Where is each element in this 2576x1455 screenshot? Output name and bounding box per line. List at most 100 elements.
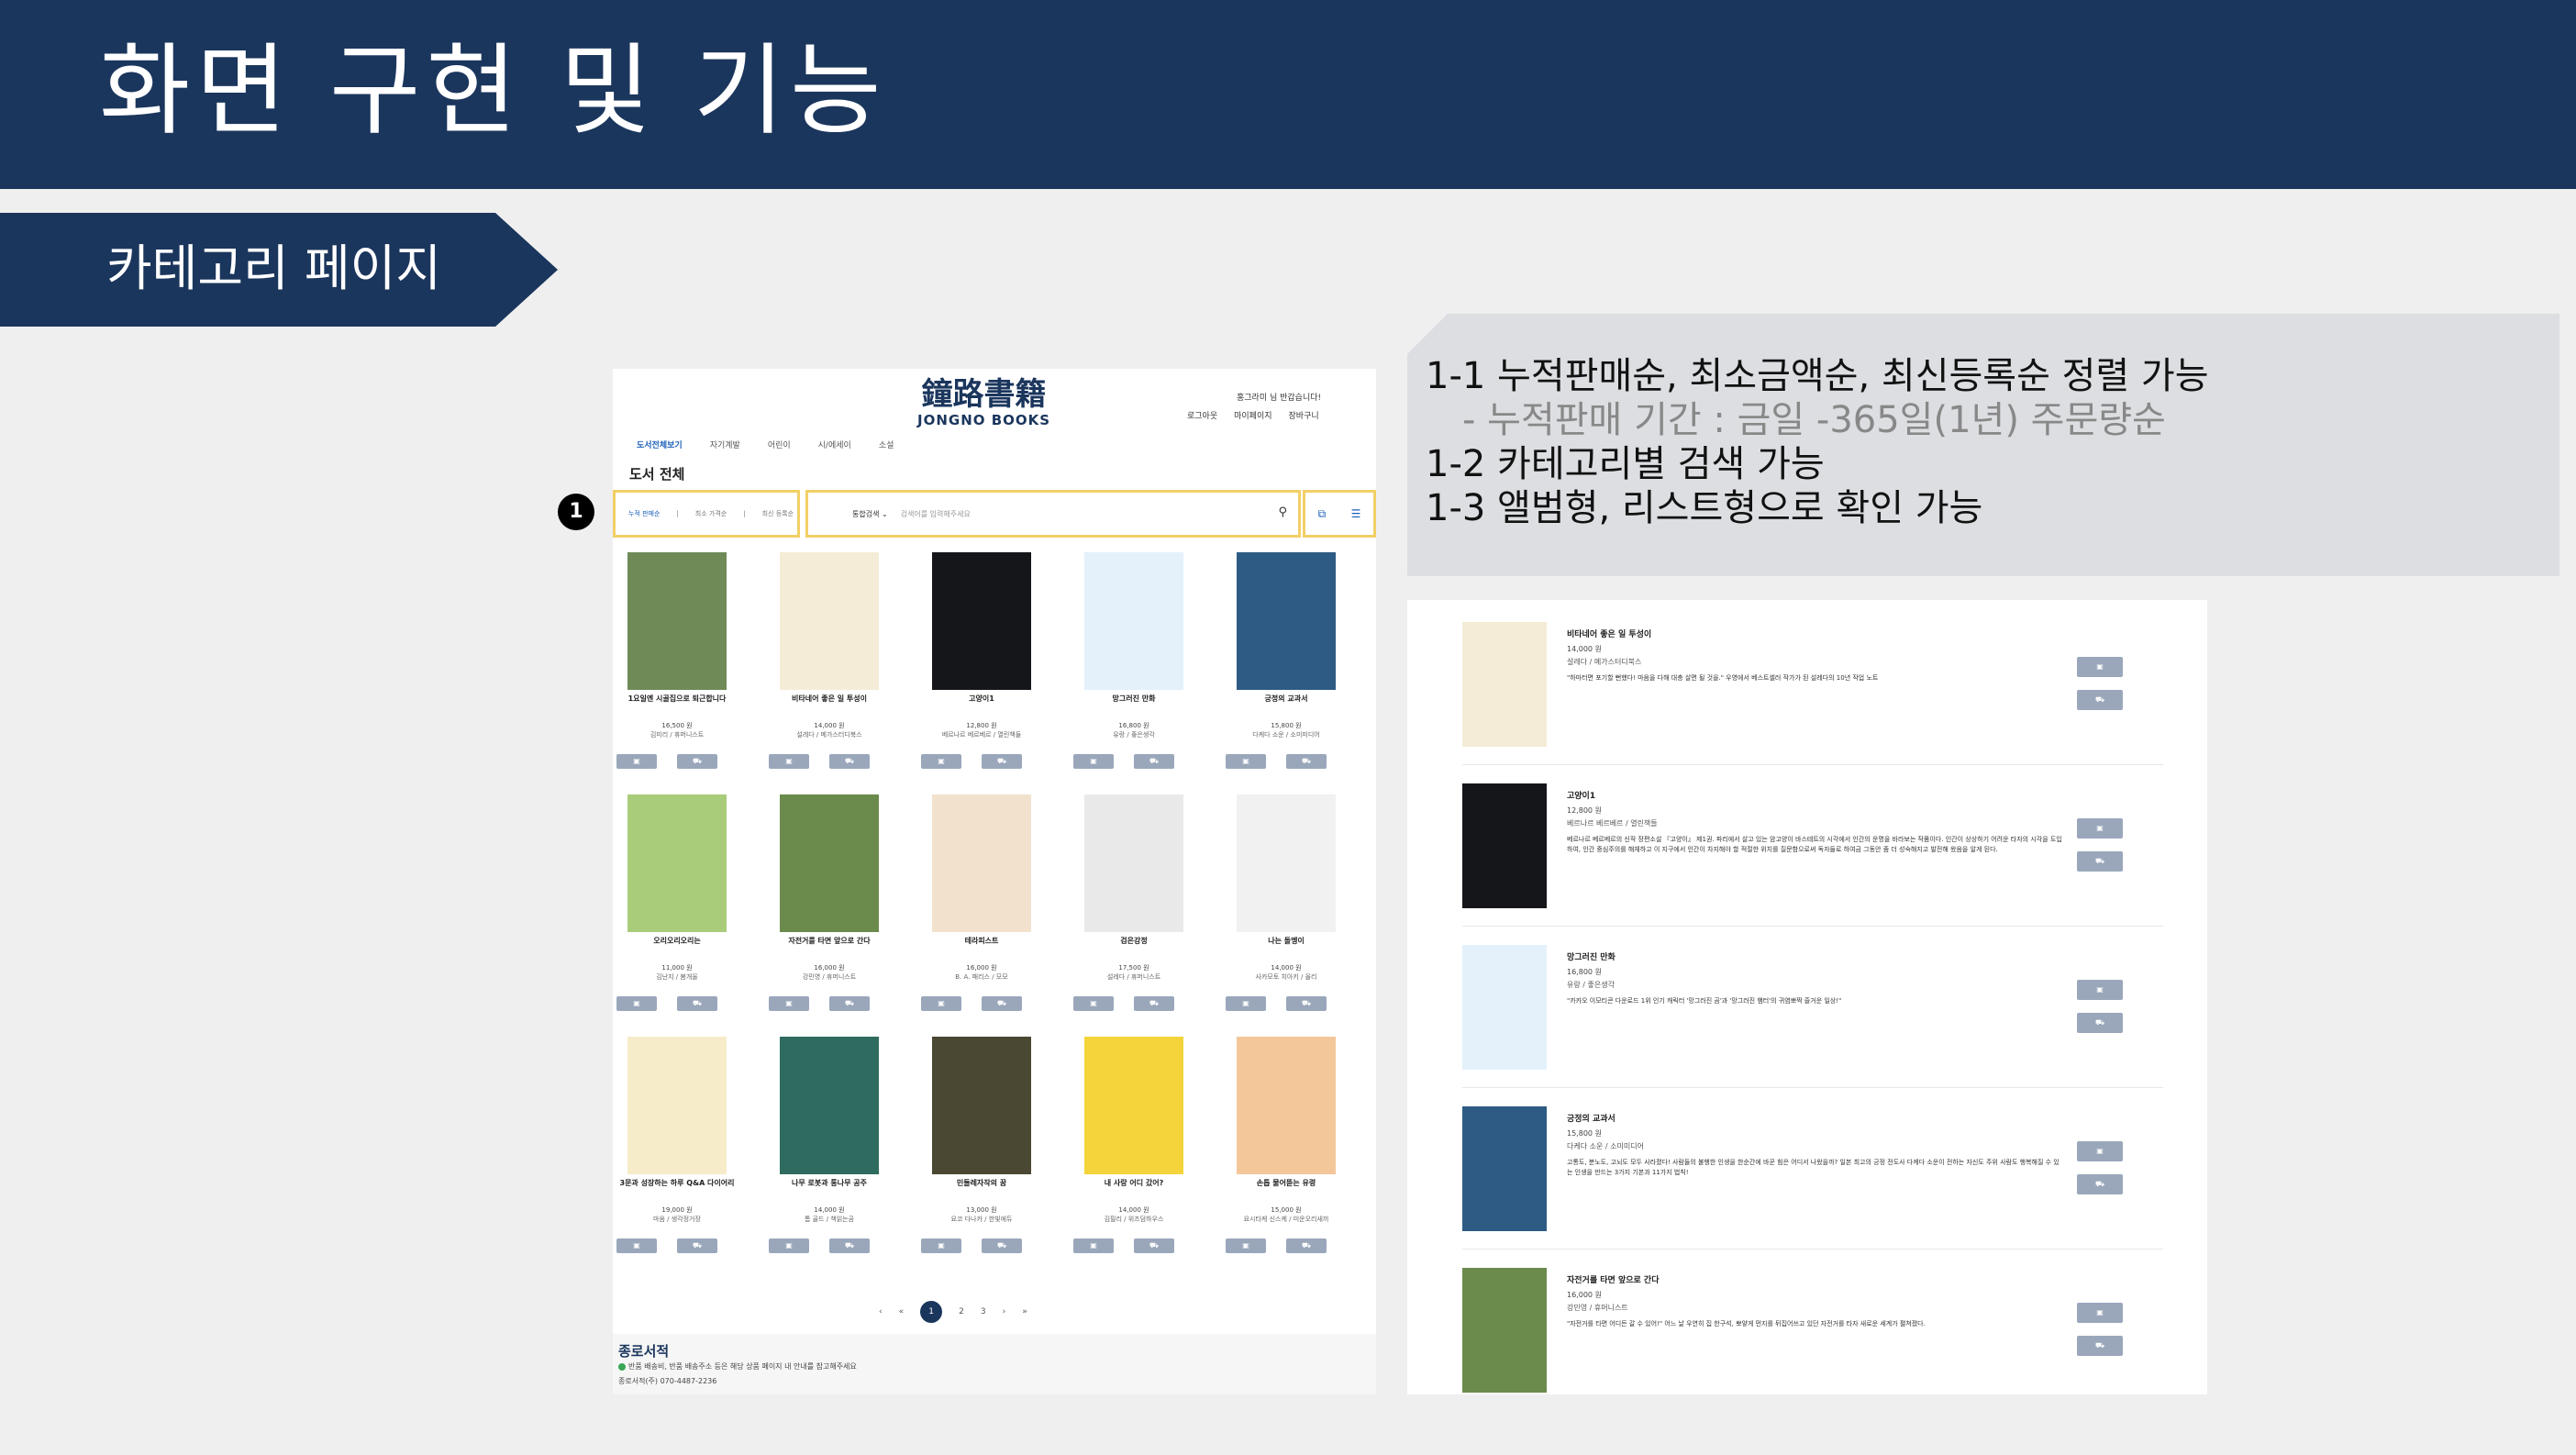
buy-button[interactable]: ▣ bbox=[2077, 1303, 2123, 1323]
book-card[interactable]: 3문과 성장하는 하루 Q&A 다이어리 19,000 원 마음 / 생각정거장 ▣ ⛟ bbox=[613, 1037, 765, 1270]
tab-self-help[interactable]: 자기계발 bbox=[710, 439, 740, 450]
tab-all-books[interactable]: 도서전체보기 bbox=[637, 439, 683, 450]
add-to-cart-button[interactable]: ⛟ bbox=[2077, 1336, 2123, 1356]
add-to-cart-button[interactable]: ⛟ bbox=[1286, 754, 1327, 769]
site-logo[interactable]: 鐘路書籍 JONGNO BOOKS bbox=[917, 377, 1050, 428]
list-item[interactable]: 비타네어 좋은 일 투성이 14,000 원 설레다 / 메가스터디북스 "하마터면 … bbox=[1462, 604, 2163, 765]
book-title[interactable]: 망그러진 만화 bbox=[1070, 694, 1198, 704]
book-title[interactable]: 내 사랑 어디 갔어? bbox=[1070, 1178, 1198, 1188]
book-card[interactable]: 손톱 물어뜯는 유령 15,000 원 요시타케 신스케 / 미운오리새끼 ▣ ⛟ bbox=[1222, 1037, 1374, 1270]
buy-button[interactable]: ▣ bbox=[921, 996, 961, 1011]
book-card[interactable]: 내 사랑 어디 갔어? 14,000 원 김필리 / 위즈덤하우스 ▣ ⛟ bbox=[1070, 1037, 1222, 1270]
book-cover[interactable] bbox=[1084, 1037, 1183, 1174]
book-cover[interactable] bbox=[1237, 1037, 1336, 1174]
list-item[interactable]: 고양이1 12,800 원 베르나르 베르베르 / 열린책들 베르나르 베르베르의 신… bbox=[1462, 765, 2163, 927]
book-cover[interactable] bbox=[780, 1037, 879, 1174]
add-to-cart-button[interactable]: ⛟ bbox=[677, 754, 717, 769]
book-cover[interactable] bbox=[932, 794, 1031, 932]
book-card[interactable]: 1요일엔 시골집으로 퇴근합니다 16,500 원 김미리 / 휴머니스트 ▣ ⛟ bbox=[613, 552, 765, 785]
book-cover[interactable] bbox=[1462, 945, 1547, 1070]
book-title[interactable]: 고양이1 bbox=[917, 694, 1046, 704]
buy-button[interactable]: ▣ bbox=[616, 754, 657, 769]
book-cover[interactable] bbox=[1237, 794, 1336, 932]
buy-button[interactable]: ▣ bbox=[1073, 996, 1114, 1011]
search-icon[interactable]: ⚲ bbox=[1278, 505, 1287, 519]
buy-button[interactable]: ▣ bbox=[769, 996, 809, 1011]
book-title[interactable]: 오리오리오리는 bbox=[613, 936, 741, 946]
book-title[interactable]: 테라피스트 bbox=[917, 936, 1046, 946]
add-to-cart-button[interactable]: ⛟ bbox=[829, 996, 870, 1011]
add-to-cart-button[interactable]: ⛟ bbox=[1286, 996, 1327, 1011]
book-title[interactable]: 자전거를 타면 앞으로 간다 bbox=[765, 936, 894, 946]
logout-link[interactable]: 로그아웃 bbox=[1187, 409, 1217, 421]
buy-button[interactable]: ▣ bbox=[1226, 996, 1266, 1011]
last-page-button[interactable]: » bbox=[1022, 1307, 1027, 1316]
add-to-cart-button[interactable]: ⛟ bbox=[982, 754, 1022, 769]
book-title[interactable]: 긍정의 교과서 bbox=[1222, 694, 1350, 704]
book-title[interactable]: 검은강정 bbox=[1070, 936, 1198, 946]
book-cover[interactable] bbox=[780, 794, 879, 932]
buy-button[interactable]: ▣ bbox=[769, 754, 809, 769]
add-to-cart-button[interactable]: ⛟ bbox=[1286, 1238, 1327, 1253]
buy-button[interactable]: ▣ bbox=[1073, 1238, 1114, 1253]
book-cover[interactable] bbox=[932, 1037, 1031, 1174]
tab-novel[interactable]: 소설 bbox=[879, 439, 894, 450]
book-cover[interactable] bbox=[1237, 552, 1336, 690]
buy-button[interactable]: ▣ bbox=[1073, 754, 1114, 769]
book-title[interactable]: 고양이1 bbox=[1567, 789, 1595, 801]
sort-best-selling[interactable]: 누적 판매순 bbox=[628, 509, 660, 518]
buy-button[interactable]: ▣ bbox=[2077, 657, 2123, 677]
book-title[interactable]: 손톱 물어뜯는 유령 bbox=[1222, 1178, 1350, 1188]
list-item[interactable]: 긍정의 교과서 15,800 원 다케다 소운 / 소미미디어 고통도, 분노도, 고… bbox=[1462, 1088, 2163, 1250]
buy-button[interactable]: ▣ bbox=[2077, 818, 2123, 839]
book-title[interactable]: 나는 돌멩이 bbox=[1222, 936, 1350, 946]
book-cover[interactable] bbox=[1084, 794, 1183, 932]
add-to-cart-button[interactable]: ⛟ bbox=[829, 1238, 870, 1253]
book-title[interactable]: 비타네어 좋은 일 투성이 bbox=[1567, 628, 1651, 639]
tab-children[interactable]: 어린이 bbox=[768, 439, 791, 450]
book-cover[interactable] bbox=[1462, 1106, 1547, 1231]
prev-page-button[interactable]: ‹ bbox=[879, 1307, 883, 1316]
book-card[interactable]: 고양이1 12,800 원 베르나르 베르베르 / 열린책들 ▣ ⛟ bbox=[917, 552, 1070, 785]
buy-button[interactable]: ▣ bbox=[1226, 754, 1266, 769]
cart-link[interactable]: 장바구니 bbox=[1289, 409, 1319, 421]
buy-button[interactable]: ▣ bbox=[921, 754, 961, 769]
book-title[interactable]: 3문과 성장하는 하루 Q&A 다이어리 bbox=[613, 1178, 741, 1188]
book-cover[interactable] bbox=[1462, 1268, 1547, 1393]
tab-poetry-essay[interactable]: 시/에세이 bbox=[818, 439, 851, 450]
list-view-icon[interactable]: ☰ bbox=[1351, 507, 1361, 520]
list-item[interactable]: 망그러진 만화 16,800 원 유랑 / 좋은생각 "카카오 이모티콘 다운로드 1… bbox=[1462, 927, 2163, 1088]
add-to-cart-button[interactable]: ⛟ bbox=[1134, 996, 1174, 1011]
book-cover[interactable] bbox=[1084, 552, 1183, 690]
book-title[interactable]: 비타네어 좋은 일 투성이 bbox=[765, 694, 894, 704]
add-to-cart-button[interactable]: ⛟ bbox=[677, 1238, 717, 1253]
book-title[interactable]: 1요일엔 시골집으로 퇴근합니다 bbox=[613, 694, 741, 704]
list-item[interactable]: 자전거를 타면 앞으로 간다 16,000 원 강민영 / 휴머니스트 "자전거를 타… bbox=[1462, 1250, 2163, 1394]
book-card[interactable]: 자전거를 타면 앞으로 간다 16,000 원 강민영 / 휴머니스트 ▣ ⛟ bbox=[765, 794, 917, 1027]
book-title[interactable]: 망그러진 만화 bbox=[1567, 950, 1616, 962]
buy-button[interactable]: ▣ bbox=[921, 1238, 961, 1253]
book-cover[interactable] bbox=[932, 552, 1031, 690]
book-card[interactable]: 오리오리오리는 11,000 원 김난지 / 봄개울 ▣ ⛟ bbox=[613, 794, 765, 1027]
search-input[interactable]: 검색어를 입력해주세요 bbox=[901, 509, 971, 519]
add-to-cart-button[interactable]: ⛟ bbox=[677, 996, 717, 1011]
buy-button[interactable]: ▣ bbox=[2077, 1141, 2123, 1161]
add-to-cart-button[interactable]: ⛟ bbox=[982, 1238, 1022, 1253]
sort-lowest-price[interactable]: 최소 가격순 bbox=[695, 509, 727, 518]
book-cover[interactable] bbox=[780, 552, 879, 690]
sort-newest[interactable]: 최신 등록순 bbox=[762, 509, 794, 518]
book-card[interactable]: 비타네어 좋은 일 투성이 14,000 원 설레다 / 메가스터디북스 ▣ ⛟ bbox=[765, 552, 917, 785]
book-card[interactable]: 나무 로봇과 통나무 공주 14,000 원톰 골드 / 책읽는곰 ▣ ⛟ bbox=[765, 1037, 917, 1270]
buy-button[interactable]: ▣ bbox=[616, 996, 657, 1011]
book-card[interactable]: 테라피스트 16,000 원 B. A. 패리스 / 모모 ▣ ⛟ bbox=[917, 794, 1070, 1027]
add-to-cart-button[interactable]: ⛟ bbox=[2077, 851, 2123, 872]
page-1-button[interactable]: 1 bbox=[920, 1301, 943, 1323]
add-to-cart-button[interactable]: ⛟ bbox=[2077, 1174, 2123, 1194]
buy-button[interactable]: ▣ bbox=[616, 1238, 657, 1253]
book-card[interactable]: 긍정의 교과서 15,800 원 다케다 소운 / 소미미디어 ▣ ⛟ bbox=[1222, 552, 1374, 785]
page-2-button[interactable]: 2 bbox=[959, 1307, 964, 1316]
book-card[interactable]: 나는 돌멩이 14,000 원 사카모토 치아키 / 올리 ▣ ⛟ bbox=[1222, 794, 1374, 1027]
book-cover[interactable] bbox=[627, 794, 727, 932]
book-title[interactable]: 자전거를 타면 앞으로 간다 bbox=[1567, 1273, 1659, 1285]
add-to-cart-button[interactable]: ⛟ bbox=[982, 996, 1022, 1011]
